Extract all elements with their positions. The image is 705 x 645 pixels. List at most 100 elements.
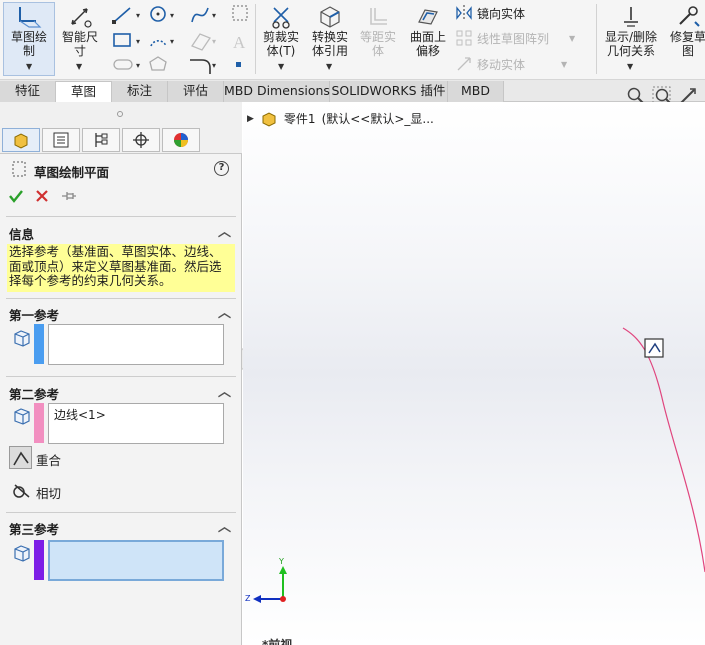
- property-manager-panel: 草图绘制平面 ? 信息 ︿ 选择参考（基准面、草图实体、边线、面或顶点）来定义草…: [0, 102, 242, 645]
- property-manager-title: 草图绘制平面: [34, 165, 110, 180]
- circle-dropdown-icon[interactable]: ▾: [170, 11, 174, 20]
- fillet-icon[interactable]: [190, 59, 211, 74]
- tab-markup[interactable]: 标注: [112, 81, 168, 102]
- collapse-chevron-icon[interactable]: ︿: [218, 516, 231, 535]
- sketch-dropdown-icon[interactable]: ▼: [26, 62, 32, 71]
- convert-entities-button[interactable]: 转换实 体引用: [306, 4, 354, 58]
- trim-label: 剪裁实 体(T): [262, 30, 299, 58]
- tangent-label: 相切: [36, 486, 62, 501]
- graphics-area[interactable]: ▶ 零件1 (默认<<默认>_显... Y Z: [243, 102, 705, 645]
- reference-triad: [253, 566, 287, 603]
- section-divider: [6, 216, 236, 217]
- info-heading: 信息: [9, 227, 35, 242]
- circle-icon[interactable]: [150, 6, 166, 22]
- third-reference-header[interactable]: 第三参考 ︿: [0, 516, 242, 538]
- point-icon[interactable]: [236, 62, 241, 67]
- coincident-relation-marker[interactable]: [644, 338, 664, 358]
- tab-feature-manager[interactable]: [2, 128, 40, 152]
- second-reference-color-bar: [34, 403, 44, 443]
- coincident-button[interactable]: [9, 446, 32, 469]
- reference-entity-icon: [14, 545, 30, 562]
- rectangle-icon[interactable]: [113, 33, 131, 47]
- repair-sketch-label: 修复草 图: [669, 30, 705, 58]
- selected-edge-curve[interactable]: [622, 327, 705, 573]
- text-icon: A: [233, 33, 246, 52]
- linear-pattern-dropdown-icon: ▼: [569, 33, 576, 43]
- second-reference-selection-box[interactable]: 边线<1>: [48, 403, 224, 444]
- tab-configuration-manager[interactable]: [82, 128, 120, 152]
- pushpin-icon[interactable]: [60, 188, 78, 204]
- repair-sketch-icon: [679, 6, 700, 27]
- tangent-button[interactable]: [9, 478, 32, 501]
- manager-tabs: [0, 126, 242, 154]
- fillet-dropdown-icon[interactable]: ▾: [212, 61, 216, 70]
- move-label: 移动实体: [477, 57, 526, 72]
- tab-mbd[interactable]: MBD: [448, 81, 504, 102]
- info-section-header[interactable]: 信息 ︿: [0, 221, 242, 243]
- ribbon-separator: [596, 4, 597, 74]
- help-icon[interactable]: ?: [214, 161, 229, 176]
- mirror-entities-button[interactable]: 镜向实体: [455, 4, 525, 22]
- rectangle-dropdown-icon[interactable]: ▾: [136, 37, 140, 46]
- solidworks-window: 草图绘 制 ▼ 智能尺 寸 ▼ ▾ ▾ ▾ ▾ ▾ ▾ ▾ ▾ A 剪裁实 体(…: [0, 0, 705, 645]
- relations-icon: [624, 7, 638, 27]
- linear-pattern-button: 线性草图阵列 ▼: [455, 29, 575, 47]
- plane-dropdown-icon: ▾: [212, 37, 216, 46]
- sketch-button[interactable]: 草图绘 制: [6, 4, 52, 58]
- offset-surface-icon: [418, 9, 438, 25]
- first-reference-header[interactable]: 第一参考 ︿: [0, 302, 242, 324]
- tab-mbd-dimensions[interactable]: MBD Dimensions: [224, 81, 330, 102]
- tab-features[interactable]: 特征: [0, 81, 56, 102]
- spline-icon[interactable]: [191, 7, 209, 23]
- move-icon: [457, 57, 471, 71]
- panel-grip[interactable]: [0, 102, 242, 126]
- slot-icon[interactable]: [113, 59, 133, 70]
- polygon-icon[interactable]: [149, 56, 167, 71]
- sketch-icon: [19, 7, 42, 28]
- grip-icon: [117, 111, 123, 117]
- tab-property-manager[interactable]: [42, 128, 80, 152]
- linear-pattern-label: 线性草图阵列: [477, 31, 550, 46]
- tab-dimxpert-manager[interactable]: [122, 128, 160, 152]
- first-reference-selection-box[interactable]: [48, 324, 224, 365]
- smart-dimension-label: 智能尺 寸: [61, 30, 98, 58]
- collapse-chevron-icon[interactable]: ︿: [218, 381, 231, 400]
- triad-y-label: Y: [278, 557, 284, 566]
- dimxpert-icon: [133, 132, 149, 148]
- arc-dropdown-icon[interactable]: ▾: [170, 37, 174, 46]
- tab-solidworks-addins[interactable]: SOLIDWORKS 插件: [330, 81, 448, 102]
- offset-on-surface-button[interactable]: 曲面上 偏移: [404, 4, 452, 58]
- tangent-icon: [12, 483, 29, 498]
- construction-icon[interactable]: [232, 5, 248, 21]
- spline-dropdown-icon[interactable]: ▾: [212, 11, 216, 20]
- collapse-chevron-icon[interactable]: ︿: [218, 221, 231, 240]
- second-reference-header[interactable]: 第二参考 ︿: [0, 381, 242, 403]
- offset-surface-label: 曲面上 偏移: [409, 30, 446, 58]
- smart-dimension-button[interactable]: 智能尺 寸: [58, 4, 102, 58]
- arc-icon[interactable]: [150, 40, 167, 47]
- tab-sketch[interactable]: 草图: [56, 81, 112, 102]
- line-dropdown-icon[interactable]: ▾: [136, 11, 140, 20]
- move-entities-button: 移动实体 ▼: [455, 55, 567, 73]
- command-manager-tabs: 特征 草图 标注 评估 MBD Dimensions SOLIDWORKS 插件…: [0, 80, 705, 102]
- offset-entities-button: 等距实 体: [356, 4, 400, 58]
- repair-sketch-button[interactable]: 修复草 图: [666, 4, 705, 58]
- tab-evaluate[interactable]: 评估: [168, 81, 224, 102]
- smart-dimension-dropdown-icon[interactable]: ▼: [76, 62, 82, 71]
- display-delete-relations-button[interactable]: 显示/删除 几何关系: [600, 4, 662, 58]
- section-divider: [6, 376, 236, 377]
- ok-check-icon[interactable]: [8, 188, 24, 204]
- convert-dropdown-icon[interactable]: ▼: [326, 62, 332, 71]
- trim-entities-button[interactable]: 剪裁实 体(T): [258, 4, 304, 58]
- sketch-label: 草图绘 制: [10, 30, 47, 58]
- trim-dropdown-icon[interactable]: ▼: [278, 62, 284, 71]
- collapse-chevron-icon[interactable]: ︿: [218, 302, 231, 321]
- third-reference-selection-box[interactable]: [48, 540, 224, 581]
- display-manager-icon: [174, 133, 188, 147]
- line-icon[interactable]: [112, 7, 131, 24]
- slot-dropdown-icon[interactable]: ▾: [136, 61, 140, 70]
- relations-dropdown-icon[interactable]: ▼: [627, 62, 633, 71]
- cancel-x-icon[interactable]: [34, 188, 50, 204]
- tab-display-manager[interactable]: [162, 128, 200, 152]
- reference-entity-icon: [14, 408, 30, 425]
